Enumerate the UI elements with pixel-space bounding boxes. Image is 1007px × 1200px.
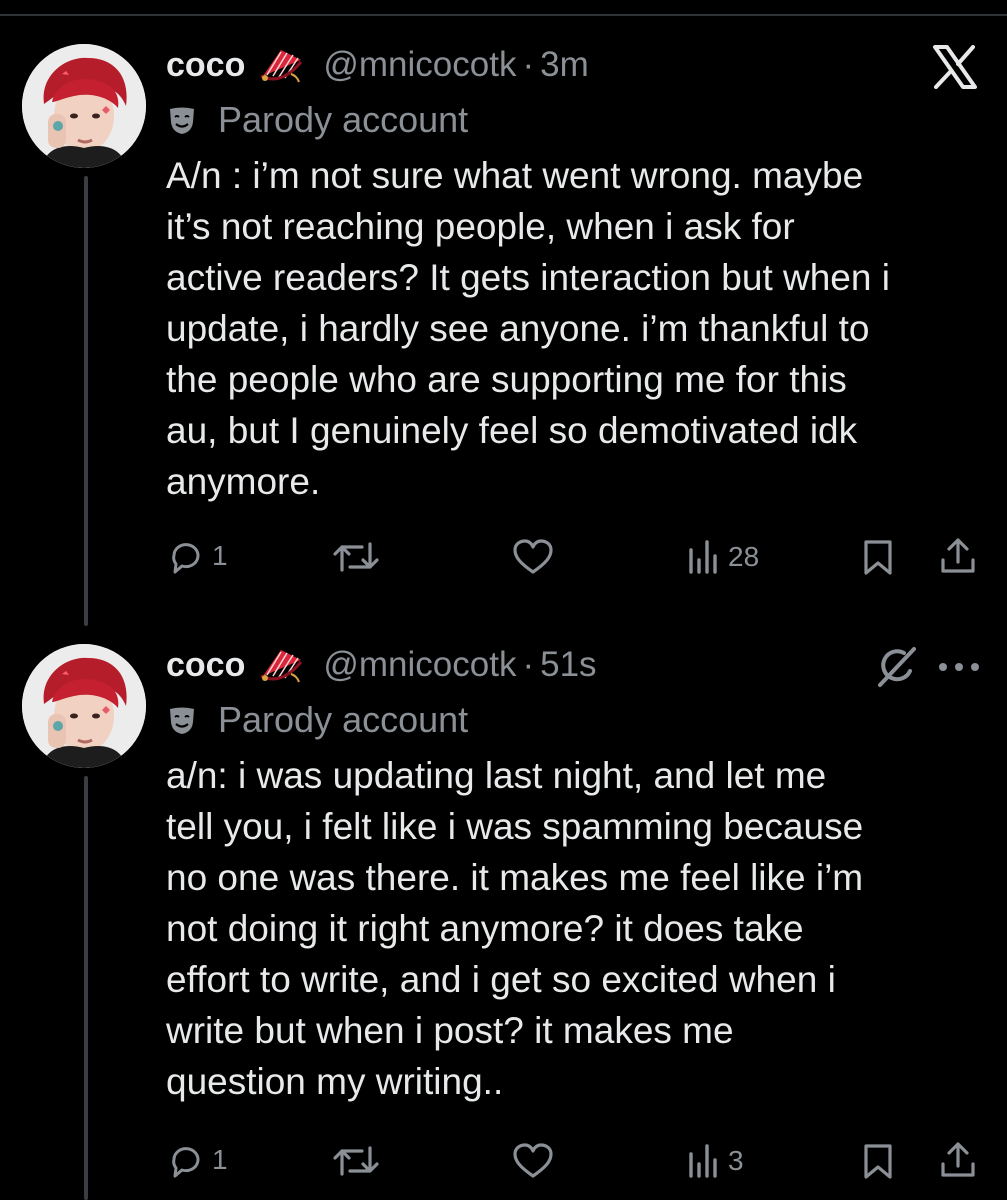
repost-icon <box>333 1146 379 1176</box>
share-button[interactable] <box>938 1140 978 1180</box>
tweet-text-line: active readers? It gets interaction but … <box>166 257 890 298</box>
tweet-text-line: effort to write, and i get so excited wh… <box>166 959 836 1000</box>
display-name[interactable]: coco <box>166 646 245 685</box>
views-button[interactable]: 28 <box>686 538 759 576</box>
like-button[interactable] <box>512 538 554 576</box>
tweet[interactable]: coco @mnicocotk · 51s Parody account a/n… <box>0 620 1007 1200</box>
separator-dot: · <box>522 645 535 684</box>
tweet-actions: 1 3 <box>0 1136 1007 1186</box>
tweet[interactable]: coco @mnicocotk · 3m Parody account A/n … <box>0 0 1007 620</box>
reply-button[interactable]: 1 <box>166 1140 228 1180</box>
display-name[interactable]: coco <box>166 46 245 85</box>
x-logo-icon[interactable] <box>930 44 980 90</box>
timestamp[interactable]: 51s <box>540 645 596 685</box>
timestamp[interactable]: 3m <box>540 45 589 85</box>
reply-icon <box>172 543 200 574</box>
tweet-text-line: it’s not reaching people, when i ask for <box>166 206 795 247</box>
tweet-actions: 1 28 <box>0 532 1007 582</box>
reply-count: 1 <box>212 1144 228 1175</box>
views-icon <box>689 1144 717 1178</box>
parody-label: Parody account <box>218 99 469 140</box>
parody-mask-icon <box>170 707 194 734</box>
handle[interactable]: @mnicocotk <box>323 645 516 685</box>
tweet-text-line: a/n: i was updating last night, and let … <box>166 755 827 796</box>
tweet-text-line: the people who are supporting me for thi… <box>166 359 847 400</box>
bookmark-button[interactable] <box>862 538 894 576</box>
grok-icon[interactable] <box>872 644 920 690</box>
tweet-text-line: A/n : i’m not sure what went wrong. mayb… <box>166 155 864 196</box>
bookmark-button[interactable] <box>862 1142 894 1180</box>
tweet-text-line: write but when i post? it makes me <box>166 1010 734 1051</box>
tweet-header: coco @mnicocotk · 3m <box>166 40 589 90</box>
reply-icon <box>172 1147 200 1178</box>
parody-label: Parody account <box>218 699 469 740</box>
fan-icon <box>257 646 305 684</box>
view-count: 28 <box>728 541 760 572</box>
heart-icon <box>513 1143 553 1178</box>
tweet-text: a/n: i was updating last night, and let … <box>166 750 996 1107</box>
handle[interactable]: @mnicocotk <box>323 45 516 85</box>
avatar[interactable] <box>22 44 146 168</box>
views-icon <box>689 540 717 574</box>
views-button[interactable]: 3 <box>686 1142 744 1180</box>
heart-icon <box>513 539 553 574</box>
reply-button[interactable]: 1 <box>166 536 228 576</box>
bookmark-icon <box>864 1144 892 1179</box>
avatar[interactable] <box>22 644 146 768</box>
repost-button[interactable] <box>330 1142 382 1180</box>
parody-mask-icon <box>170 107 194 134</box>
repost-icon <box>333 542 379 572</box>
tweet-text: A/n : i’m not sure what went wrong. mayb… <box>166 150 996 507</box>
bookmark-icon <box>864 540 892 575</box>
share-icon <box>941 538 975 573</box>
separator-dot: · <box>522 45 535 84</box>
more-icon[interactable] <box>934 650 984 684</box>
tweet-text-line: tell you, i felt like i was spamming bec… <box>166 806 864 847</box>
share-button[interactable] <box>938 536 978 576</box>
tweet-header: coco @mnicocotk · 51s <box>166 640 597 690</box>
tweet-text-line: au, but I genuinely feel so demotivated … <box>166 410 858 451</box>
tweet-text-line: not doing it right anymore? it does take <box>166 908 804 949</box>
fan-icon <box>257 46 305 84</box>
tweet-text-line: no one was there. it makes me feel like … <box>166 857 864 898</box>
like-button[interactable] <box>512 1142 554 1180</box>
share-icon <box>941 1142 975 1177</box>
parody-label-row: Parody account <box>166 698 468 742</box>
tweet-text-line: anymore. <box>166 461 321 502</box>
parody-label-row: Parody account <box>166 98 468 142</box>
repost-button[interactable] <box>330 538 382 576</box>
tweet-text-line: question my writing.. <box>166 1061 504 1102</box>
reply-count: 1 <box>212 540 228 571</box>
view-count: 3 <box>728 1145 744 1176</box>
tweet-text-line: update, i hardly see anyone. i’m thankfu… <box>166 308 870 349</box>
